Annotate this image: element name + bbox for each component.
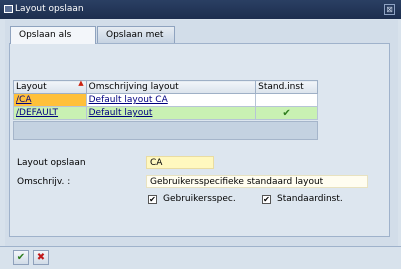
close-icon: ✖ bbox=[36, 252, 46, 263]
tab-opslaan-met[interactable]: Opslaan met bbox=[97, 26, 175, 43]
layout-save-label: Layout opslaan bbox=[17, 158, 86, 168]
sort-ascending-icon: ▲ bbox=[78, 79, 84, 87]
description-label: Omschrijv. : bbox=[17, 177, 71, 187]
check-icon: ✔ bbox=[16, 252, 26, 263]
cell-standard bbox=[255, 93, 318, 107]
table-empty-area bbox=[13, 121, 318, 140]
user-specific-label: Gebruikersspec. bbox=[163, 194, 236, 204]
check-icon: ✔ bbox=[255, 106, 318, 120]
table-row[interactable]: /DEFAULT Default layout ✔ bbox=[13, 106, 318, 120]
description-link[interactable]: Default layout CA bbox=[89, 95, 168, 105]
column-header-standard[interactable]: Stand.inst bbox=[255, 80, 318, 94]
column-label: Layout bbox=[16, 82, 47, 92]
close-button[interactable]: ⊠ bbox=[384, 4, 395, 15]
layout-name-input[interactable]: CA bbox=[146, 156, 214, 169]
description-input[interactable]: Gebruikersspecifieke standaard layout bbox=[146, 175, 368, 188]
table-row[interactable]: /CA Default layout CA bbox=[13, 93, 318, 107]
column-header-layout[interactable]: Layout ▲ bbox=[13, 79, 87, 94]
layout-table: Layout ▲ Omschrijving layout Stand.inst … bbox=[13, 79, 318, 120]
cell-layout[interactable]: /DEFAULT bbox=[13, 106, 87, 120]
layout-link[interactable]: /DEFAULT bbox=[16, 108, 58, 118]
window-icon bbox=[4, 5, 13, 13]
user-specific-checkbox[interactable]: ✔ bbox=[148, 195, 157, 204]
default-setting-checkbox[interactable]: ✔ bbox=[262, 195, 271, 204]
footer-divider bbox=[0, 246, 401, 247]
description-link[interactable]: Default layout bbox=[89, 108, 153, 118]
tab-opslaan-als[interactable]: Opslaan als bbox=[10, 26, 96, 44]
cancel-button[interactable]: ✖ bbox=[33, 250, 49, 265]
column-header-description[interactable]: Omschrijving layout bbox=[85, 80, 257, 94]
confirm-button[interactable]: ✔ bbox=[13, 250, 29, 265]
tab-panel bbox=[9, 43, 390, 237]
cell-description[interactable]: Default layout bbox=[85, 106, 257, 120]
default-setting-label: Standaardinst. bbox=[277, 194, 343, 204]
title-bar: Layout opslaan ⊠ bbox=[0, 0, 401, 19]
table-header: Layout ▲ Omschrijving layout Stand.inst bbox=[13, 79, 318, 94]
window-title: Layout opslaan bbox=[15, 4, 84, 14]
layout-link[interactable]: /CA bbox=[16, 95, 31, 105]
cell-description[interactable]: Default layout CA bbox=[85, 93, 257, 107]
cell-layout[interactable]: /CA bbox=[13, 93, 87, 107]
